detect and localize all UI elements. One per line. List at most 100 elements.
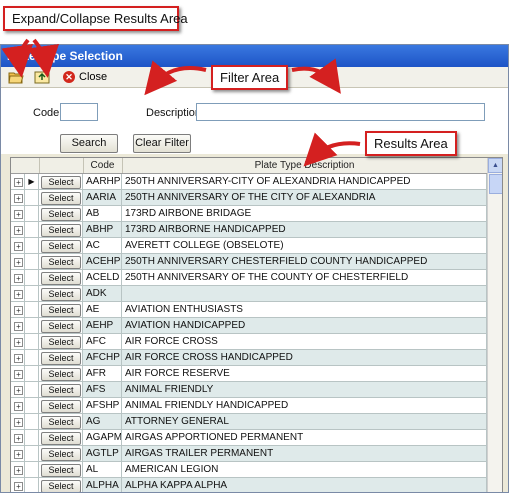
scroll-up-arrow-icon[interactable]: ▲	[488, 158, 502, 173]
scroll-thumb[interactable]	[489, 174, 502, 194]
select-button[interactable]: Select	[41, 176, 81, 189]
expand-row-icon[interactable]: +	[11, 446, 25, 462]
select-button[interactable]: Select	[41, 208, 81, 221]
search-button[interactable]: Search	[60, 134, 118, 153]
select-button[interactable]: Select	[41, 288, 81, 301]
row-indicator-icon	[25, 254, 39, 270]
table-row[interactable]: + Select AFC AIR FORCE CROSS	[11, 334, 487, 350]
select-button[interactable]: Select	[41, 224, 81, 237]
expand-row-icon[interactable]: +	[11, 174, 25, 190]
clear-filter-button[interactable]: Clear Filter	[133, 134, 191, 153]
expand-row-icon[interactable]: +	[11, 206, 25, 222]
select-button[interactable]: Select	[41, 368, 81, 381]
plate-type-selection-window: Plate Type Selection ✕ Close Code Descri…	[0, 44, 509, 493]
select-button[interactable]: Select	[41, 416, 81, 429]
expand-row-icon[interactable]: +	[11, 190, 25, 206]
expand-collapse-callout: Expand/Collapse Results Area	[3, 6, 188, 31]
expand-row-icon[interactable]: +	[11, 334, 25, 350]
select-button[interactable]: Select	[41, 448, 81, 461]
expand-row-icon[interactable]: +	[11, 430, 25, 446]
table-row[interactable]: + Select AG ATTORNEY GENERAL	[11, 414, 487, 430]
code-cell: AB	[83, 206, 122, 222]
code-cell: AE	[83, 302, 122, 318]
table-row[interactable]: + Select AEHP AVIATION HANDICAPPED	[11, 318, 487, 334]
table-row[interactable]: + ▶ Select AARHP 250TH ANNIVERSARY-CITY OF A…	[11, 174, 487, 190]
table-row[interactable]: + Select ADK	[11, 286, 487, 302]
row-indicator-icon	[25, 270, 39, 286]
expand-row-icon[interactable]: +	[11, 462, 25, 478]
description-cell: AVIATION ENTHUSIASTS	[122, 302, 487, 318]
expand-row-icon[interactable]: +	[11, 302, 25, 318]
table-row[interactable]: + Select AFCHP AIR FORCE CROSS HANDICAPPED	[11, 350, 487, 366]
table-row[interactable]: + Select AL AMERICAN LEGION	[11, 462, 487, 478]
description-cell: AIRGAS APPORTIONED PERMANENT	[122, 430, 487, 446]
table-row[interactable]: + Select AFR AIR FORCE RESERVE	[11, 366, 487, 382]
expand-row-icon[interactable]: +	[11, 270, 25, 286]
row-indicator-icon	[25, 382, 39, 398]
expand-row-icon[interactable]: +	[11, 350, 25, 366]
expand-row-icon[interactable]: +	[11, 254, 25, 270]
table-row[interactable]: + Select AC AVERETT COLLEGE (OBSELOTE)	[11, 238, 487, 254]
code-cell: AFR	[83, 366, 122, 382]
close-label: Close	[79, 71, 108, 83]
code-cell: ADK	[83, 286, 122, 302]
expand-row-icon[interactable]: +	[11, 398, 25, 414]
description-cell: AMERICAN LEGION	[122, 462, 487, 478]
column-header-description[interactable]: Plate Type Description	[122, 158, 488, 173]
table-row[interactable]: + Select ACEHP 250TH ANNIVERSARY CHESTERFIE…	[11, 254, 487, 270]
vertical-scrollbar[interactable]: ▲	[487, 158, 502, 492]
expand-row-icon[interactable]: +	[11, 238, 25, 254]
select-button[interactable]: Select	[41, 304, 81, 317]
select-button[interactable]: Select	[41, 432, 81, 445]
description-cell: 250TH ANNIVERSARY-CITY OF ALEXANDRIA HAN…	[122, 174, 487, 190]
table-row[interactable]: + Select ABHP 173RD AIRBORNE HANDICAPPED	[11, 222, 487, 238]
grid-header: Code Plate Type Description	[11, 158, 488, 174]
expand-row-icon[interactable]: +	[11, 414, 25, 430]
select-button[interactable]: Select	[41, 400, 81, 413]
table-row[interactable]: + Select AB 173RD AIRBONE BRIDAGE	[11, 206, 487, 222]
expand-row-icon[interactable]: +	[11, 286, 25, 302]
row-indicator-icon	[25, 446, 39, 462]
table-row[interactable]: + Select AFSHP ANIMAL FRIENDLY HANDICAPPED	[11, 398, 487, 414]
select-button[interactable]: Select	[41, 384, 81, 397]
expand-row-icon[interactable]: +	[11, 382, 25, 398]
select-button[interactable]: Select	[41, 352, 81, 365]
table-row[interactable]: + Select AFS ANIMAL FRIENDLY	[11, 382, 487, 398]
code-cell: AARHP	[83, 174, 122, 190]
select-button[interactable]: Select	[41, 256, 81, 269]
select-button[interactable]: Select	[41, 240, 81, 253]
table-row[interactable]: + Select AARIA 250TH ANNIVERSARY OF THE CIT…	[11, 190, 487, 206]
description-cell	[122, 286, 487, 302]
expand-row-icon[interactable]: +	[11, 318, 25, 334]
table-row[interactable]: + Select AGAPM AIRGAS APPORTIONED PERMANENT	[11, 430, 487, 446]
row-indicator-icon	[25, 238, 39, 254]
select-button[interactable]: Select	[41, 336, 81, 349]
description-input[interactable]	[196, 103, 485, 121]
expand-row-icon[interactable]: +	[11, 366, 25, 382]
table-row[interactable]: + Select AGTLP AIRGAS TRAILER PERMANENT	[11, 446, 487, 462]
column-header-code[interactable]: Code	[83, 158, 123, 173]
select-button[interactable]: Select	[41, 320, 81, 333]
folder-up-icon[interactable]	[33, 69, 51, 85]
row-indicator-icon	[25, 430, 39, 446]
close-button[interactable]: ✕ Close	[63, 71, 107, 83]
code-input[interactable]	[60, 103, 98, 121]
table-row[interactable]: + Select AE AVIATION ENTHUSIASTS	[11, 302, 487, 318]
select-button[interactable]: Select	[41, 464, 81, 477]
description-cell: AIRGAS TRAILER PERMANENT	[122, 446, 487, 462]
description-cell: 250TH ANNIVERSARY CHESTERFIELD COUNTY HA…	[122, 254, 487, 270]
description-cell: ANIMAL FRIENDLY HANDICAPPED	[122, 398, 487, 414]
row-indicator-icon	[25, 318, 39, 334]
description-cell: AIR FORCE RESERVE	[122, 366, 487, 382]
table-row[interactable]: + Select ACELD 250TH ANNIVERSARY OF THE COU…	[11, 270, 487, 286]
description-cell: ATTORNEY GENERAL	[122, 414, 487, 430]
select-button[interactable]: Select	[41, 272, 81, 285]
code-label: Code	[33, 107, 60, 119]
description-cell: 173RD AIRBONE BRIDAGE	[122, 206, 487, 222]
folder-open-icon[interactable]	[7, 69, 25, 85]
description-cell: 173RD AIRBORNE HANDICAPPED	[122, 222, 487, 238]
select-button[interactable]: Select	[41, 480, 81, 492]
expand-row-icon[interactable]: +	[11, 222, 25, 238]
filter-area-callout: Filter Area	[211, 65, 289, 90]
select-button[interactable]: Select	[41, 192, 81, 205]
